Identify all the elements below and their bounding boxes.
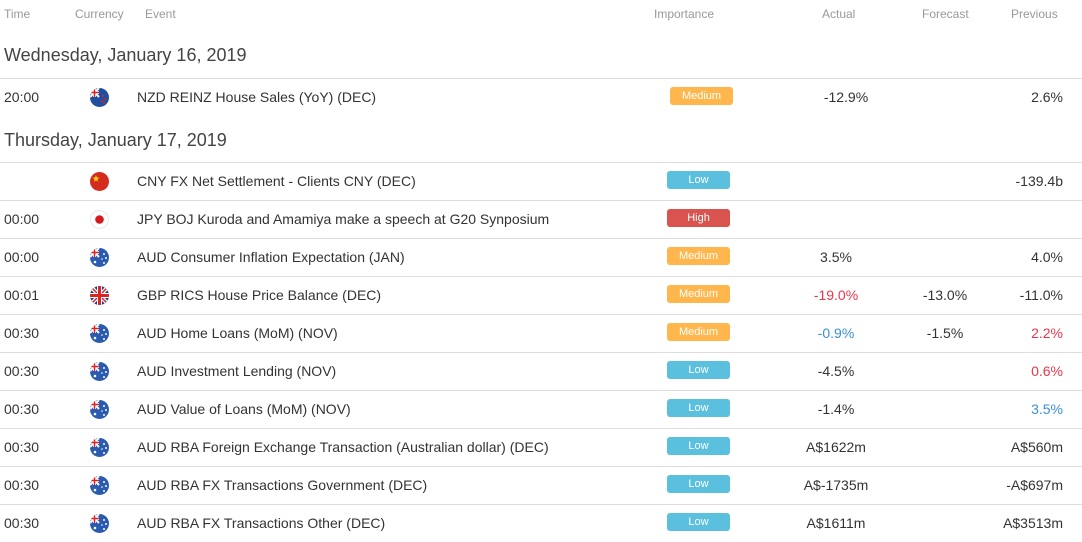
event-row[interactable]: 00:30 AUD Investment Lending (NOV) Low -4.5… — [0, 352, 1082, 390]
importance-badge: Low — [667, 437, 730, 455]
column-header-previous[interactable]: Previous — [1011, 7, 1058, 21]
event-row[interactable]: 00:01 GBP RICS House Price Balance (DEC) M… — [0, 276, 1082, 314]
column-header-event[interactable]: Event — [145, 7, 176, 21]
event-name[interactable]: JPY BOJ Kuroda and Amamiya make a speech… — [137, 211, 549, 227]
actual-value: -19.0% — [813, 287, 859, 303]
actual-value: -0.9% — [817, 325, 855, 341]
previous-value: -A$697m — [1006, 477, 1063, 493]
importance-badge: Medium — [670, 87, 733, 105]
column-header-importance[interactable]: Importance — [654, 7, 714, 21]
australia-flag-icon — [90, 514, 109, 533]
event-time: 00:01 — [4, 287, 40, 303]
actual-value: A$1611m — [806, 515, 866, 531]
importance-badge: Low — [667, 171, 730, 189]
event-row[interactable]: 00:30 AUD Value of Loans (MoM) (NOV) Low -1… — [0, 390, 1082, 428]
event-time: 00:00 — [4, 249, 40, 265]
event-name[interactable]: AUD RBA FX Transactions Government (DEC) — [137, 477, 427, 493]
importance-badge: Low — [667, 513, 730, 531]
event-time: 20:00 — [4, 89, 40, 105]
event-name[interactable]: NZD REINZ House Sales (YoY) (DEC) — [137, 89, 376, 105]
importance-badge: Medium — [667, 285, 730, 303]
new-zealand-flag-icon — [90, 88, 109, 107]
event-row[interactable]: CNY FX Net Settlement - Clients CNY (DEC… — [0, 162, 1082, 200]
importance-badge: Low — [667, 475, 730, 493]
event-row[interactable]: 00:30 AUD Home Loans (MoM) (NOV) Medium -0.… — [0, 314, 1082, 352]
event-name[interactable]: AUD Value of Loans (MoM) (NOV) — [137, 401, 351, 417]
event-row[interactable]: 00:00 JPY BOJ Kuroda and Amamiya make a s… — [0, 200, 1082, 238]
date-heading: Thursday, January 17, 2019 — [4, 130, 227, 150]
column-header-time[interactable]: Time — [4, 7, 30, 21]
event-row[interactable]: 00:30 AUD RBA FX Transactions Other (DEC)… — [0, 504, 1082, 542]
importance-badge: Low — [667, 399, 730, 417]
japan-flag-icon — [90, 210, 109, 229]
event-name[interactable]: AUD RBA FX Transactions Other (DEC) — [137, 515, 385, 531]
actual-value: A$-1735m — [803, 477, 869, 493]
australia-flag-icon — [90, 324, 109, 343]
previous-value: 4.0% — [1031, 249, 1063, 265]
event-name[interactable]: AUD Home Loans (MoM) (NOV) — [137, 325, 338, 341]
event-row[interactable]: 00:00 AUD Consumer Inflation Expectation … — [0, 238, 1082, 276]
event-time: 00:30 — [4, 325, 40, 341]
column-header-forecast[interactable]: Forecast — [922, 7, 969, 21]
event-time: 00:30 — [4, 363, 40, 379]
importance-badge: High — [667, 209, 730, 227]
previous-value: 3.5% — [1031, 401, 1063, 417]
australia-flag-icon — [90, 476, 109, 495]
australia-flag-icon — [90, 438, 109, 457]
event-name[interactable]: CNY FX Net Settlement - Clients CNY (DEC… — [137, 173, 416, 189]
table-header: Time Currency Event Importance Actual Fo… — [0, 0, 1082, 28]
previous-value: A$560m — [1010, 439, 1063, 455]
event-row[interactable]: 20:00 NZD REINZ House Sales (YoY) (DEC) Me… — [0, 78, 1082, 116]
event-time: 00:30 — [4, 401, 40, 417]
event-name[interactable]: AUD Investment Lending (NOV) — [137, 363, 336, 379]
event-row[interactable]: 00:30 AUD RBA FX Transactions Government … — [0, 466, 1082, 504]
previous-value: 2.6% — [1031, 89, 1063, 105]
importance-badge: Low — [667, 361, 730, 379]
actual-value: -4.5% — [817, 363, 855, 379]
australia-flag-icon — [90, 248, 109, 267]
actual-value: 3.5% — [820, 249, 852, 265]
event-row[interactable]: 00:30 AUD RBA Foreign Exchange Transactio… — [0, 428, 1082, 466]
china-flag-icon — [90, 172, 109, 191]
event-time: 00:00 — [4, 211, 40, 227]
australia-flag-icon — [90, 400, 109, 419]
actual-value: -1.4% — [817, 401, 855, 417]
importance-badge: Medium — [667, 247, 730, 265]
column-header-currency[interactable]: Currency — [75, 7, 124, 21]
event-name[interactable]: GBP RICS House Price Balance (DEC) — [137, 287, 381, 303]
date-heading: Wednesday, January 16, 2019 — [4, 45, 247, 65]
event-time: 00:30 — [4, 439, 40, 455]
event-time: 00:30 — [4, 515, 40, 531]
event-name[interactable]: AUD Consumer Inflation Expectation (JAN) — [137, 249, 405, 265]
previous-value: -11.0% — [1019, 287, 1063, 303]
column-header-actual[interactable]: Actual — [822, 7, 855, 21]
australia-flag-icon — [90, 362, 109, 381]
event-time: 00:30 — [4, 477, 40, 493]
event-name[interactable]: AUD RBA Foreign Exchange Transaction (Au… — [137, 439, 549, 455]
previous-value: -139.4b — [1015, 173, 1063, 189]
uk-flag-icon — [90, 286, 109, 305]
previous-value: 0.6% — [1031, 363, 1063, 379]
actual-value: A$1622m — [806, 439, 866, 455]
actual-value: -12.9% — [823, 89, 869, 105]
importance-badge: Medium — [667, 323, 730, 341]
previous-value: A$3513m — [1003, 515, 1063, 531]
previous-value: 2.2% — [1031, 325, 1063, 341]
